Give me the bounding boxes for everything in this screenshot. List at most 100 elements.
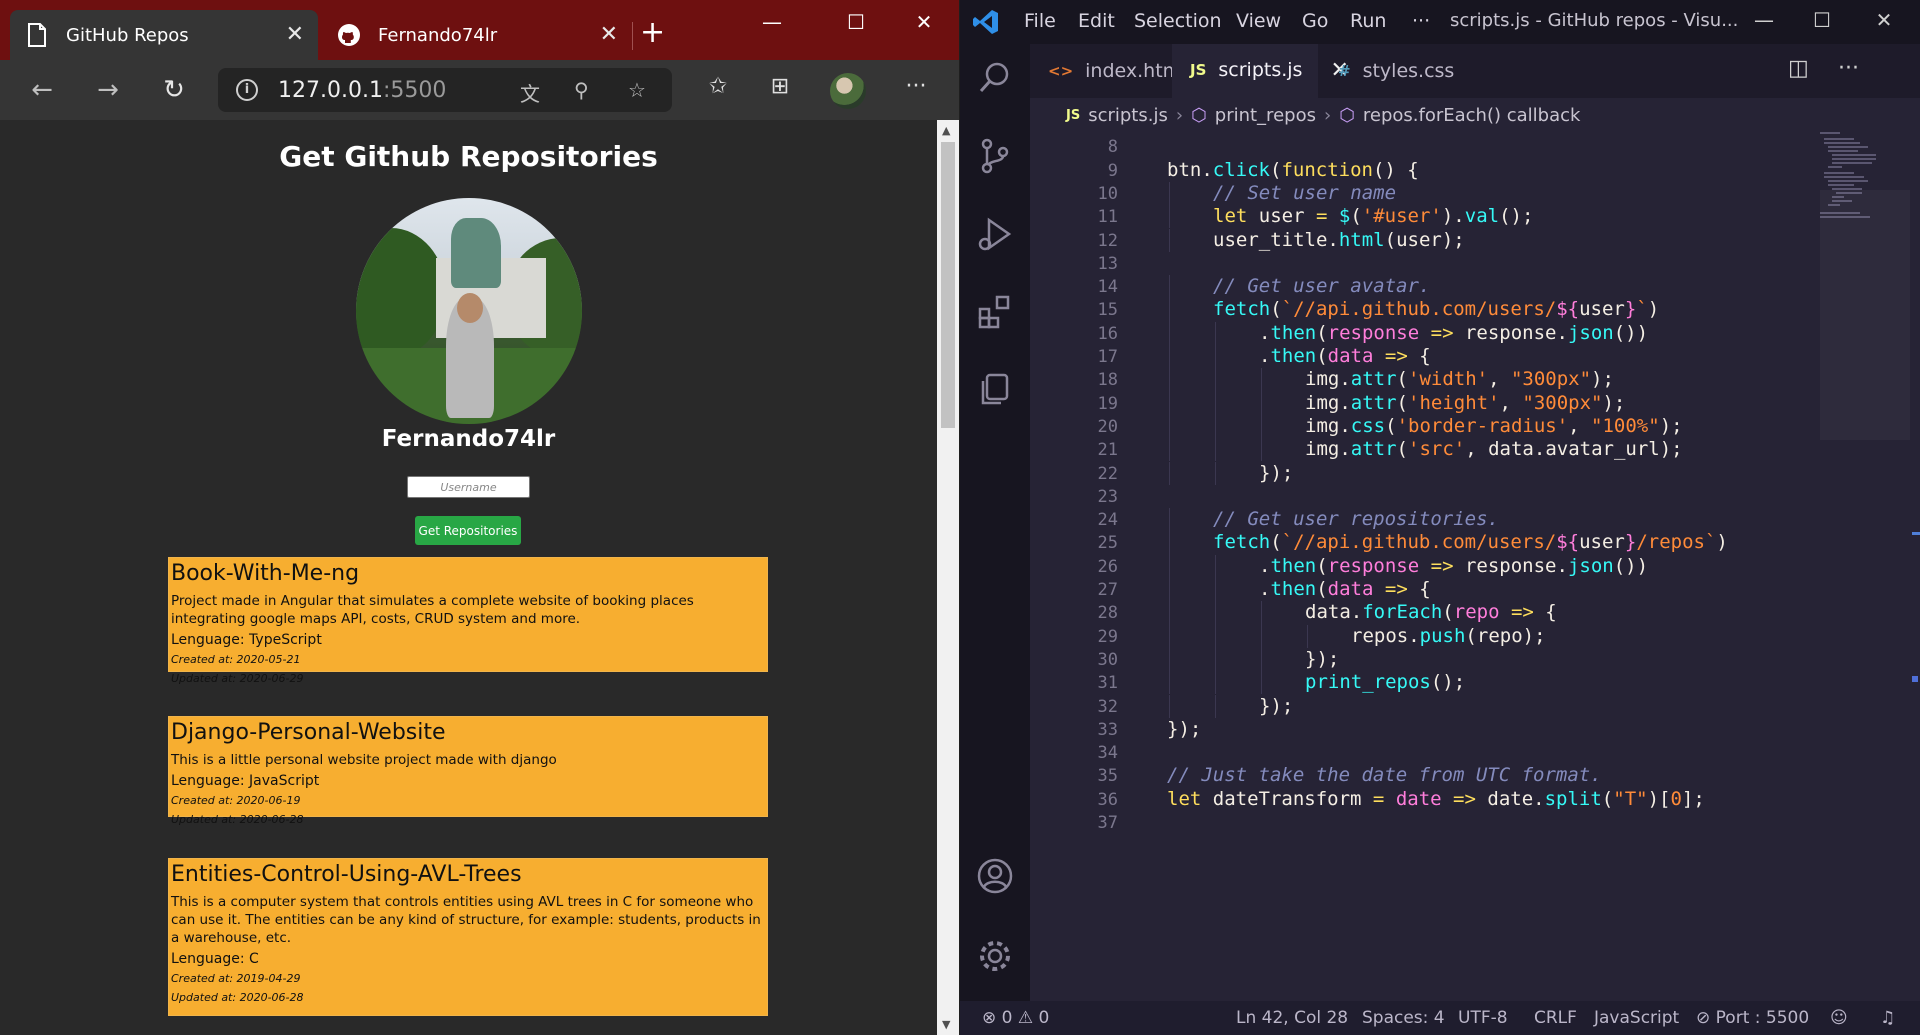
code-line[interactable]: img.attr('src', data.avatar_url); bbox=[1305, 438, 1683, 460]
live-server-port[interactable]: ⊘ Port : 5500 bbox=[1696, 1008, 1809, 1028]
split-editor-icon[interactable]: ◫ bbox=[1788, 56, 1809, 81]
code-token: }); bbox=[1259, 461, 1294, 484]
code-token: $ bbox=[1338, 205, 1351, 228]
maximize-icon[interactable]: ☐ bbox=[836, 10, 876, 34]
tab-scripts-js[interactable]: JS scripts.js ✕ bbox=[1172, 44, 1349, 98]
repo-card: Django-Personal-Website This is a little… bbox=[168, 716, 768, 826]
code-line[interactable]: // Get user avatar. bbox=[1213, 275, 1430, 297]
site-info-icon[interactable]: i bbox=[236, 79, 258, 101]
collections-icon[interactable]: ⊞ bbox=[762, 74, 798, 99]
scrollbar-thumb[interactable] bbox=[941, 142, 955, 428]
code-line[interactable]: fetch(`//api.github.com/users/${user}/re… bbox=[1213, 531, 1728, 553]
minimize-icon[interactable]: — bbox=[752, 10, 792, 34]
code-token: avatar_url bbox=[1545, 438, 1660, 461]
code-token: let bbox=[1213, 205, 1248, 228]
minimize-icon[interactable]: — bbox=[1744, 8, 1784, 32]
notifications-bell-icon[interactable]: ♫ bbox=[1880, 1008, 1895, 1028]
line-ending[interactable]: CRLF bbox=[1534, 1008, 1577, 1028]
code-editor[interactable]: 789btn.click(function() {10// Set user n… bbox=[1030, 132, 1800, 1000]
run-debug-icon[interactable] bbox=[977, 216, 1013, 252]
more-menu-icon[interactable]: ··· bbox=[898, 74, 934, 99]
get-repositories-button[interactable]: Get Repositories bbox=[415, 516, 521, 545]
code-token: (); bbox=[1499, 205, 1534, 228]
forward-icon[interactable]: → bbox=[90, 74, 126, 106]
page-scrollbar[interactable]: ▲ ▼ bbox=[937, 120, 959, 1035]
profile-avatar-icon[interactable] bbox=[830, 73, 866, 109]
new-tab-icon[interactable]: + bbox=[640, 18, 665, 48]
code-line[interactable]: let dateTransform = date => date.split("… bbox=[1167, 788, 1705, 810]
menu-run[interactable]: Run bbox=[1350, 10, 1386, 32]
breadcrumb-callback[interactable]: repos.forEach() callback bbox=[1363, 105, 1581, 126]
account-icon[interactable] bbox=[977, 858, 1013, 894]
tab-styles-css[interactable]: # styles.css bbox=[1320, 44, 1470, 98]
indent-guide bbox=[1215, 461, 1216, 485]
scroll-up-icon[interactable]: ▲ bbox=[942, 124, 950, 137]
code-line[interactable]: btn.click(function() { bbox=[1167, 159, 1419, 181]
problems-indicator[interactable]: ⊗ 0 ⚠ 0 bbox=[982, 1008, 1049, 1028]
settings-gear-icon[interactable] bbox=[977, 938, 1013, 974]
menu-go[interactable]: Go bbox=[1302, 10, 1328, 32]
back-icon[interactable]: ← bbox=[24, 74, 60, 106]
feedback-icon[interactable]: ☺ bbox=[1830, 1008, 1848, 1028]
code-line[interactable]: }); bbox=[1305, 648, 1339, 670]
close-tab-icon[interactable]: ✕ bbox=[286, 24, 304, 46]
breadcrumb-function[interactable]: print_repos bbox=[1215, 105, 1316, 126]
code-line[interactable]: print_repos(); bbox=[1305, 671, 1465, 693]
code-line[interactable]: img.attr('width', "300px"); bbox=[1305, 368, 1614, 390]
maximize-icon[interactable]: ☐ bbox=[1802, 8, 1842, 32]
overview-ruler[interactable] bbox=[1910, 132, 1920, 1000]
encoding[interactable]: UTF-8 bbox=[1458, 1008, 1508, 1028]
translate-icon[interactable]: 文 bbox=[520, 78, 540, 107]
code-line[interactable]: let user = $('#user').val(); bbox=[1213, 205, 1533, 227]
language-mode[interactable]: JavaScript bbox=[1594, 1008, 1679, 1028]
tab-index-html[interactable]: <> index.html bbox=[1030, 44, 1186, 98]
code-line[interactable]: .then(data => { bbox=[1259, 345, 1431, 367]
menu-more[interactable]: ··· bbox=[1412, 10, 1430, 32]
favorites-icon[interactable]: ✩ bbox=[700, 74, 736, 99]
code-line[interactable]: // Get user repositories. bbox=[1213, 508, 1499, 530]
code-line[interactable]: }); bbox=[1259, 695, 1293, 717]
username-input[interactable] bbox=[407, 476, 530, 498]
menu-selection[interactable]: Selection bbox=[1134, 10, 1222, 32]
code-line[interactable]: .then(response => response.json()) bbox=[1259, 555, 1648, 577]
browser-tab-fernando[interactable]: Fernando74lr ✕ bbox=[322, 10, 632, 60]
close-window-icon[interactable]: ✕ bbox=[904, 10, 944, 34]
repo-card: Book-With-Me-ng Project made in Angular … bbox=[168, 557, 768, 685]
close-tab-icon[interactable]: ✕ bbox=[600, 24, 618, 46]
code-line[interactable]: fetch(`//api.github.com/users/${user}`) bbox=[1213, 298, 1659, 320]
code-line[interactable]: // Just take the date from UTC format. bbox=[1167, 764, 1602, 786]
remote-explorer-icon[interactable] bbox=[977, 372, 1013, 408]
menu-view[interactable]: View bbox=[1236, 10, 1281, 32]
zoom-icon[interactable]: ⚲ bbox=[574, 78, 589, 102]
code-line[interactable]: user_title.html(user); bbox=[1213, 229, 1465, 251]
code-line[interactable]: img.attr('height', "300px"); bbox=[1305, 392, 1625, 414]
source-control-icon[interactable] bbox=[977, 138, 1013, 174]
line-number: 15 bbox=[1097, 300, 1118, 321]
address-bar[interactable]: i 127.0.0.1:5500 文 ⚲ ☆ bbox=[218, 68, 672, 112]
minimap-slider[interactable] bbox=[1820, 190, 1910, 440]
favorite-star-icon[interactable]: ☆ bbox=[628, 78, 646, 102]
code-line[interactable]: .then(response => response.json()) bbox=[1259, 322, 1648, 344]
page-title: Get Github Repositories bbox=[279, 140, 658, 173]
refresh-icon[interactable]: ↻ bbox=[156, 74, 192, 106]
code-line[interactable]: }); bbox=[1167, 718, 1201, 740]
code-line[interactable]: .then(data => { bbox=[1259, 578, 1431, 600]
search-icon[interactable] bbox=[977, 60, 1013, 96]
scroll-down-icon[interactable]: ▼ bbox=[942, 1018, 950, 1031]
indentation[interactable]: Spaces: 4 bbox=[1362, 1008, 1445, 1028]
breadcrumb-file[interactable]: scripts.js bbox=[1088, 105, 1168, 126]
close-window-icon[interactable]: ✕ bbox=[1864, 8, 1904, 32]
code-line[interactable]: // Set user name bbox=[1213, 182, 1396, 204]
more-actions-icon[interactable]: ··· bbox=[1838, 56, 1859, 81]
extensions-icon[interactable] bbox=[977, 294, 1013, 330]
menu-edit[interactable]: Edit bbox=[1078, 10, 1115, 32]
menu-file[interactable]: File bbox=[1024, 10, 1056, 32]
browser-tab-github-repos[interactable]: GitHub Repos ✕ bbox=[10, 10, 318, 60]
code-line[interactable]: img.css('border-radius', "100%"); bbox=[1305, 415, 1683, 437]
code-line[interactable]: data.forEach(repo => { bbox=[1305, 601, 1557, 623]
cursor-position[interactable]: Ln 42, Col 28 bbox=[1236, 1008, 1348, 1028]
code-line[interactable]: }); bbox=[1259, 462, 1293, 484]
code-line[interactable]: repos.push(repo); bbox=[1351, 625, 1546, 647]
code-token: , bbox=[1488, 368, 1511, 391]
